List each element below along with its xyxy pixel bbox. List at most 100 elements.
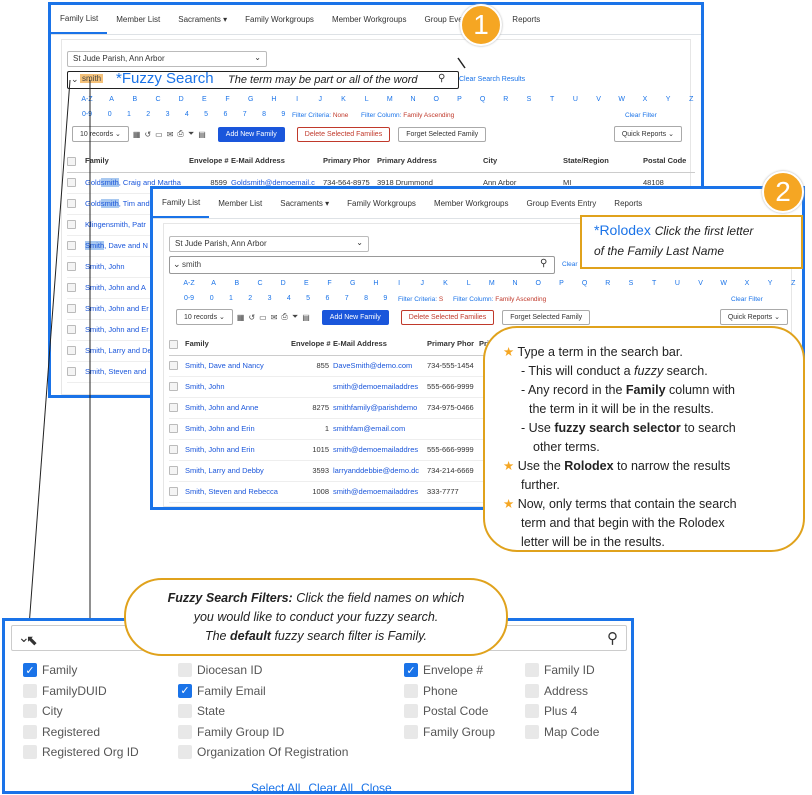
quick-reports-button[interactable]: Quick Reports ⌄ <box>719 309 788 325</box>
table-row[interactable]: Smith, Dave and Nancy 855 DaveSmith@demo.c… <box>169 355 499 377</box>
checkbox-icon[interactable] <box>525 704 539 718</box>
family-cell[interactable]: Smith, Steven and Rebecca <box>185 481 291 503</box>
rolodex-item[interactable]: U <box>666 280 689 287</box>
filter-option[interactable]: Family ID <box>525 663 595 677</box>
rolodex-item[interactable]: 7 <box>337 295 356 302</box>
checkbox-icon[interactable] <box>404 683 418 698</box>
tab-family-workgroups[interactable]: Family Workgroups <box>338 189 425 218</box>
family-cell[interactable]: Smith, Dave and Nancy <box>185 355 291 377</box>
records-per-page-select[interactable]: 10 records ⌄ <box>176 309 233 325</box>
filter-option[interactable]: Map Code <box>525 724 599 739</box>
rolodex-item[interactable]: E <box>295 280 318 287</box>
checkbox[interactable] <box>169 466 178 476</box>
email-cell[interactable]: smithfamily@parishdemo <box>333 397 427 419</box>
clear-search-link[interactable]: Clear <box>562 261 578 268</box>
checkbox[interactable] <box>169 382 178 392</box>
family-cell[interactable]: Smith, John and Anne <box>185 397 291 419</box>
filter-option[interactable]: ✓ Envelope # <box>404 663 483 677</box>
rolodex-item[interactable]: A <box>202 280 225 287</box>
rolodex-item[interactable]: P <box>550 280 573 287</box>
filter-option[interactable]: ✓ Family Email <box>178 683 266 698</box>
filter-icon[interactable]: ⏷ <box>292 312 298 322</box>
email-cell[interactable]: smith@demoemailaddres <box>333 376 427 398</box>
rolodex-item[interactable]: R <box>596 280 619 287</box>
filter-option[interactable]: ✓ Family <box>23 663 77 677</box>
rolodex-item[interactable]: B <box>225 280 248 287</box>
print-icon[interactable]: ⎙ <box>281 312 287 322</box>
rolodex-item[interactable]: 1 <box>221 295 240 302</box>
column-header[interactable]: E-Mail Address <box>333 333 427 356</box>
checkbox-icon[interactable] <box>178 704 192 718</box>
rolodex-item[interactable]: W <box>712 280 735 287</box>
search-input-value[interactable]: smith <box>182 260 201 269</box>
family-cell[interactable]: Smith, John and Erin <box>185 439 291 461</box>
checkbox-checked-icon[interactable]: ✓ <box>404 663 418 677</box>
search-icon[interactable]: ⚲ <box>607 629 618 647</box>
rolodex-item[interactable]: G <box>341 280 364 287</box>
table-row[interactable]: Smith, John and Erin 1015 smith@demoemaila… <box>169 439 499 461</box>
row-checkbox-cell[interactable] <box>169 439 185 461</box>
rolodex-item[interactable]: 0 <box>202 295 221 302</box>
parish-select[interactable]: St Jude Parish, Ann Arbor ⌄ <box>169 236 369 252</box>
checkbox-icon[interactable] <box>23 724 37 739</box>
filter-option[interactable]: FamilyDUID <box>23 683 107 698</box>
rolodex-item[interactable]: M <box>480 280 503 287</box>
column-header[interactable]: Primary Phor <box>427 333 479 356</box>
table-row[interactable]: Smith, Larry and Debby 3593 larryanddebbie… <box>169 460 499 482</box>
tab-member-list[interactable]: Member List <box>209 189 271 218</box>
checkbox-checked-icon[interactable]: ✓ <box>23 663 37 677</box>
delete-selected-families-button[interactable]: Delete Selected Families <box>400 309 495 325</box>
checkbox-icon[interactable] <box>23 683 37 698</box>
checkbox-icon[interactable] <box>404 704 418 718</box>
column-header[interactable]: Envelope # <box>291 333 333 356</box>
rolodex-item[interactable]: K <box>434 280 457 287</box>
checkbox[interactable] <box>169 403 178 413</box>
close-link[interactable]: Close <box>361 781 392 795</box>
rolodex-item[interactable]: 3 <box>260 295 279 302</box>
row-checkbox-cell[interactable] <box>169 418 185 440</box>
table-row[interactable]: Smith, Steven and Rebecca 1008 smith@demoe… <box>169 481 499 503</box>
window-icon[interactable]: ▭ <box>259 313 267 322</box>
search-icon[interactable]: ⚲ <box>540 258 547 269</box>
filter-option[interactable]: Diocesan ID <box>178 663 262 677</box>
checkbox[interactable] <box>169 339 178 349</box>
clear-filter-link[interactable]: Clear Filter <box>731 296 763 303</box>
column-header[interactable]: Family <box>185 333 291 356</box>
rolodex-item[interactable]: T <box>643 280 666 287</box>
rolodex-item[interactable]: J <box>411 280 434 287</box>
checkbox[interactable] <box>169 487 178 497</box>
filter-option[interactable]: Registered <box>23 724 100 739</box>
rolodex-item[interactable]: V <box>689 280 712 287</box>
row-checkbox-cell[interactable] <box>169 355 185 377</box>
forget-selected-family-button[interactable]: Forget Selected Family <box>502 309 591 325</box>
select-all-checkbox-cell[interactable] <box>169 333 185 356</box>
email-cell[interactable]: smith@demoemailaddres <box>333 439 427 461</box>
search-bar-2[interactable]: ⌄ smith ⚲ <box>169 256 555 274</box>
rolodex-item[interactable]: X <box>735 280 758 287</box>
tab-sacraments[interactable]: Sacraments ▾ <box>271 189 338 218</box>
checkbox-icon[interactable] <box>23 704 37 718</box>
filter-option[interactable]: Family Group ID <box>178 724 284 739</box>
rolodex-item[interactable]: 4 <box>279 295 298 302</box>
tab-reports[interactable]: Reports <box>605 189 651 218</box>
tab-family-list[interactable]: Family List <box>153 189 210 218</box>
email-cell[interactable]: smith@demoemailaddres <box>333 481 427 503</box>
checkbox-icon[interactable] <box>23 745 37 759</box>
rolodex-item[interactable]: 2 <box>241 295 260 302</box>
rolodex-item[interactable]: H <box>364 280 387 287</box>
checkbox[interactable] <box>169 361 178 371</box>
filter-option[interactable]: Registered Org ID <box>23 745 139 759</box>
rolodex-item[interactable]: S <box>619 280 642 287</box>
rolodex-item[interactable]: L <box>457 280 480 287</box>
rolodex-item[interactable]: Y <box>759 280 782 287</box>
add-new-family-button[interactable]: Add New Family <box>321 309 389 325</box>
checkbox-icon[interactable] <box>178 663 192 677</box>
filter-option[interactable]: State <box>178 704 225 718</box>
checkbox-icon[interactable] <box>525 724 539 739</box>
filter-option[interactable]: Plus 4 <box>525 704 577 718</box>
rolodex-item[interactable]: 0-9 <box>176 295 202 302</box>
refresh-icon[interactable]: ↺ <box>248 313 255 322</box>
filter-option[interactable]: Family Group <box>404 724 495 739</box>
row-checkbox-cell[interactable] <box>169 460 185 482</box>
checkbox-icon[interactable] <box>178 724 192 739</box>
